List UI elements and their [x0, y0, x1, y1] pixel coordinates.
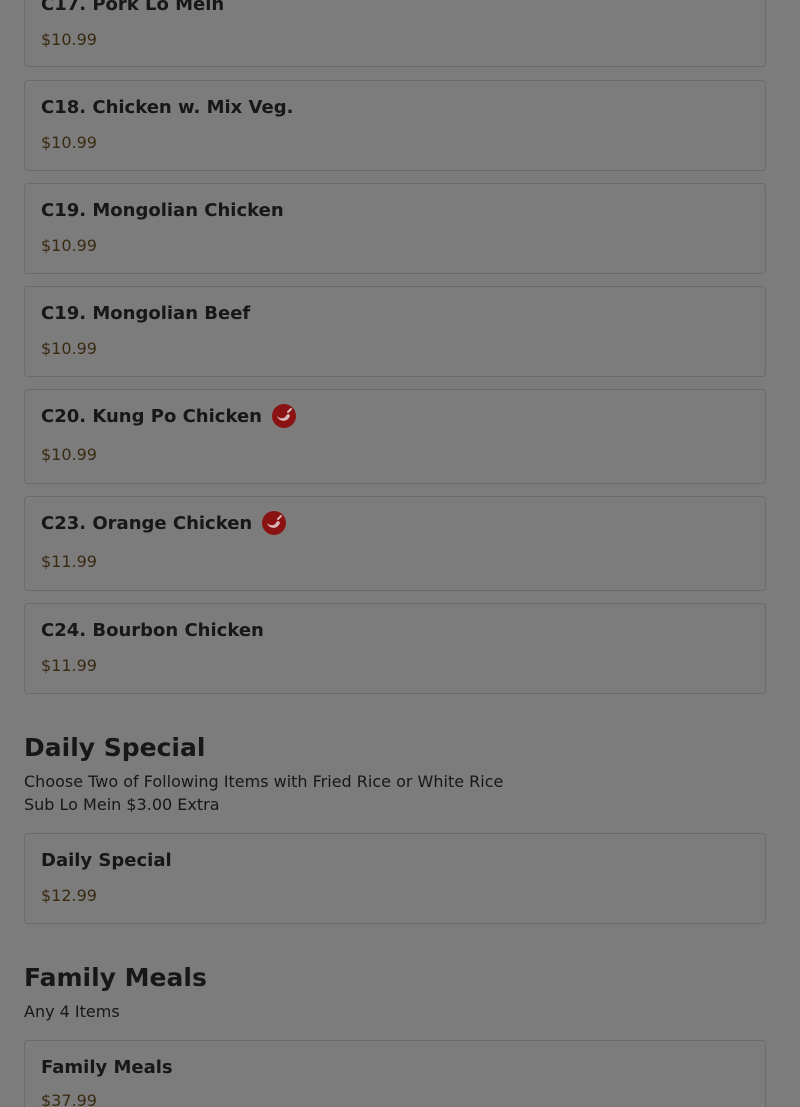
menu-item-price: $10.99	[41, 30, 97, 49]
menu-item-title-row: C20. Kung Po Chicken	[41, 404, 296, 428]
menu-item-name: Family Meals	[41, 1057, 173, 1078]
menu-item-price: $12.99	[41, 886, 97, 905]
menu-page: C17. Pork Lo Mein $10.99 C18. Chicken w.…	[0, 0, 800, 1107]
menu-item-card[interactable]: Family Meals $37.99	[24, 1040, 766, 1107]
menu-item-name: C24. Bourbon Chicken	[41, 620, 264, 641]
menu-item-price: $10.99	[41, 133, 97, 152]
section-description: Sub Lo Mein $3.00 Extra	[24, 795, 220, 814]
menu-item-card[interactable]: C20. Kung Po Chicken $10.99	[24, 389, 766, 484]
menu-item-name: C20. Kung Po Chicken	[41, 405, 262, 427]
menu-item-card[interactable]: Daily Special $12.99	[24, 833, 766, 924]
section-description: Choose Two of Following Items with Fried…	[24, 772, 504, 791]
menu-item-name: Daily Special	[41, 850, 172, 871]
menu-item-card[interactable]: C24. Bourbon Chicken $11.99	[24, 603, 766, 694]
menu-item-title-row: C23. Orange Chicken	[41, 511, 287, 535]
section-title-daily-special: Daily Special	[24, 733, 206, 762]
menu-item-name: C19. Mongolian Beef	[41, 303, 251, 324]
menu-item-price: $10.99	[41, 236, 97, 255]
menu-item-price: $10.99	[41, 445, 97, 464]
menu-item-name: C17. Pork Lo Mein	[41, 0, 225, 15]
menu-item-price: $37.99	[41, 1091, 97, 1107]
menu-item-price: $11.99	[41, 552, 97, 571]
menu-item-card[interactable]: C19. Mongolian Beef $10.99	[24, 286, 766, 377]
menu-item-card[interactable]: C18. Chicken w. Mix Veg. $10.99	[24, 80, 766, 171]
menu-item-price: $11.99	[41, 656, 97, 675]
chili-pepper-icon	[271, 404, 296, 428]
menu-item-card[interactable]: C19. Mongolian Chicken $10.99	[24, 183, 766, 274]
section-description: Any 4 Items	[24, 1002, 120, 1021]
menu-item-name: C18. Chicken w. Mix Veg.	[41, 97, 294, 118]
menu-item-name: C19. Mongolian Chicken	[41, 200, 284, 221]
menu-item-card[interactable]: C17. Pork Lo Mein $10.99	[24, 0, 766, 67]
menu-item-name: C23. Orange Chicken	[41, 512, 253, 534]
chili-pepper-icon	[262, 511, 287, 535]
section-title-family-meals: Family Meals	[24, 963, 207, 992]
menu-item-card[interactable]: C23. Orange Chicken $11.99	[24, 496, 766, 591]
menu-item-price: $10.99	[41, 339, 97, 358]
